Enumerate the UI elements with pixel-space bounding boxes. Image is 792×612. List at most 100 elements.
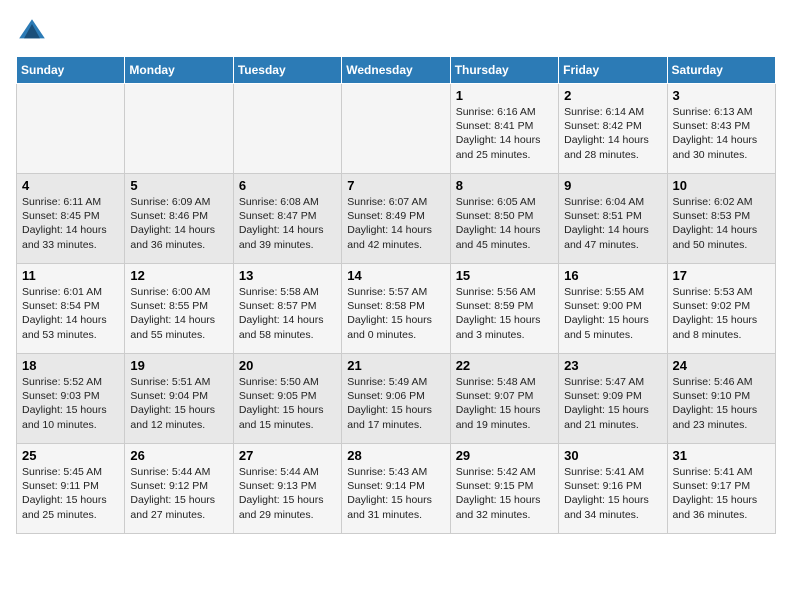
page-header xyxy=(16,16,776,48)
weekday-header-monday: Monday xyxy=(125,57,233,84)
calendar-cell: 29 Sunrise: 5:42 AM Sunset: 9:15 PM Dayli… xyxy=(450,444,558,534)
calendar-cell: 17 Sunrise: 5:53 AM Sunset: 9:02 PM Dayli… xyxy=(667,264,775,354)
day-detail: Sunrise: 5:41 AM Sunset: 9:16 PM Dayligh… xyxy=(564,465,661,522)
day-detail: Sunrise: 5:43 AM Sunset: 9:14 PM Dayligh… xyxy=(347,465,444,522)
day-detail: Sunrise: 5:51 AM Sunset: 9:04 PM Dayligh… xyxy=(130,375,227,432)
day-detail: Sunrise: 5:47 AM Sunset: 9:09 PM Dayligh… xyxy=(564,375,661,432)
week-row-5: 25 Sunrise: 5:45 AM Sunset: 9:11 PM Dayli… xyxy=(17,444,776,534)
weekday-header-tuesday: Tuesday xyxy=(233,57,341,84)
day-number: 31 xyxy=(673,448,770,463)
calendar-cell: 10 Sunrise: 6:02 AM Sunset: 8:53 PM Dayli… xyxy=(667,174,775,264)
calendar-cell: 20 Sunrise: 5:50 AM Sunset: 9:05 PM Dayli… xyxy=(233,354,341,444)
day-number: 6 xyxy=(239,178,336,193)
day-number: 29 xyxy=(456,448,553,463)
day-detail: Sunrise: 5:45 AM Sunset: 9:11 PM Dayligh… xyxy=(22,465,119,522)
calendar-cell: 19 Sunrise: 5:51 AM Sunset: 9:04 PM Dayli… xyxy=(125,354,233,444)
day-number: 18 xyxy=(22,358,119,373)
day-detail: Sunrise: 5:52 AM Sunset: 9:03 PM Dayligh… xyxy=(22,375,119,432)
calendar-cell: 31 Sunrise: 5:41 AM Sunset: 9:17 PM Dayli… xyxy=(667,444,775,534)
day-number: 20 xyxy=(239,358,336,373)
calendar-cell: 30 Sunrise: 5:41 AM Sunset: 9:16 PM Dayli… xyxy=(559,444,667,534)
day-number: 9 xyxy=(564,178,661,193)
day-number: 27 xyxy=(239,448,336,463)
day-detail: Sunrise: 5:46 AM Sunset: 9:10 PM Dayligh… xyxy=(673,375,770,432)
calendar-cell: 25 Sunrise: 5:45 AM Sunset: 9:11 PM Dayli… xyxy=(17,444,125,534)
day-number: 24 xyxy=(673,358,770,373)
day-number: 21 xyxy=(347,358,444,373)
day-detail: Sunrise: 5:48 AM Sunset: 9:07 PM Dayligh… xyxy=(456,375,553,432)
day-detail: Sunrise: 5:57 AM Sunset: 8:58 PM Dayligh… xyxy=(347,285,444,342)
day-detail: Sunrise: 5:49 AM Sunset: 9:06 PM Dayligh… xyxy=(347,375,444,432)
day-number: 7 xyxy=(347,178,444,193)
day-number: 26 xyxy=(130,448,227,463)
day-detail: Sunrise: 5:50 AM Sunset: 9:05 PM Dayligh… xyxy=(239,375,336,432)
calendar-cell xyxy=(17,84,125,174)
calendar-cell: 28Sunrise: 5:43 AM Sunset: 9:14 PM Dayli… xyxy=(342,444,450,534)
day-number: 19 xyxy=(130,358,227,373)
weekday-header-saturday: Saturday xyxy=(667,57,775,84)
day-detail: Sunrise: 6:05 AM Sunset: 8:50 PM Dayligh… xyxy=(456,195,553,252)
day-number: 1 xyxy=(456,88,553,103)
day-number: 2 xyxy=(564,88,661,103)
calendar-cell: 5 Sunrise: 6:09 AM Sunset: 8:46 PM Daylig… xyxy=(125,174,233,264)
week-row-4: 18 Sunrise: 5:52 AM Sunset: 9:03 PM Dayli… xyxy=(17,354,776,444)
day-detail: Sunrise: 5:41 AM Sunset: 9:17 PM Dayligh… xyxy=(673,465,770,522)
day-number: 16 xyxy=(564,268,661,283)
day-number: 14 xyxy=(347,268,444,283)
calendar-cell xyxy=(233,84,341,174)
day-number: 23 xyxy=(564,358,661,373)
day-detail: Sunrise: 6:16 AM Sunset: 8:41 PM Dayligh… xyxy=(456,105,553,162)
calendar-cell: 13 Sunrise: 5:58 AM Sunset: 8:57 PM Dayli… xyxy=(233,264,341,354)
logo xyxy=(16,16,52,48)
weekday-header-thursday: Thursday xyxy=(450,57,558,84)
calendar-cell: 23 Sunrise: 5:47 AM Sunset: 9:09 PM Dayli… xyxy=(559,354,667,444)
day-number: 11 xyxy=(22,268,119,283)
calendar-cell xyxy=(342,84,450,174)
day-number: 3 xyxy=(673,88,770,103)
calendar-cell: 15Sunrise: 5:56 AM Sunset: 8:59 PM Dayli… xyxy=(450,264,558,354)
weekday-header-wednesday: Wednesday xyxy=(342,57,450,84)
calendar-cell: 21 Sunrise: 5:49 AM Sunset: 9:06 PM Dayli… xyxy=(342,354,450,444)
calendar-cell: 14 Sunrise: 5:57 AM Sunset: 8:58 PM Dayli… xyxy=(342,264,450,354)
weekday-header-sunday: Sunday xyxy=(17,57,125,84)
week-row-3: 11Sunrise: 6:01 AM Sunset: 8:54 PM Dayli… xyxy=(17,264,776,354)
day-number: 10 xyxy=(673,178,770,193)
day-number: 13 xyxy=(239,268,336,283)
day-detail: Sunrise: 6:14 AM Sunset: 8:42 PM Dayligh… xyxy=(564,105,661,162)
day-number: 30 xyxy=(564,448,661,463)
calendar-cell: 18 Sunrise: 5:52 AM Sunset: 9:03 PM Dayli… xyxy=(17,354,125,444)
day-detail: Sunrise: 5:53 AM Sunset: 9:02 PM Dayligh… xyxy=(673,285,770,342)
day-number: 8 xyxy=(456,178,553,193)
calendar-cell: 3 Sunrise: 6:13 AM Sunset: 8:43 PM Daylig… xyxy=(667,84,775,174)
day-number: 5 xyxy=(130,178,227,193)
week-row-2: 4Sunrise: 6:11 AM Sunset: 8:45 PM Daylig… xyxy=(17,174,776,264)
day-detail: Sunrise: 6:13 AM Sunset: 8:43 PM Dayligh… xyxy=(673,105,770,162)
day-detail: Sunrise: 5:58 AM Sunset: 8:57 PM Dayligh… xyxy=(239,285,336,342)
weekday-header-row: SundayMondayTuesdayWednesdayThursdayFrid… xyxy=(17,57,776,84)
day-detail: Sunrise: 5:44 AM Sunset: 9:13 PM Dayligh… xyxy=(239,465,336,522)
day-detail: Sunrise: 5:44 AM Sunset: 9:12 PM Dayligh… xyxy=(130,465,227,522)
day-detail: Sunrise: 6:02 AM Sunset: 8:53 PM Dayligh… xyxy=(673,195,770,252)
calendar-cell: 12Sunrise: 6:00 AM Sunset: 8:55 PM Dayli… xyxy=(125,264,233,354)
calendar-cell: 22 Sunrise: 5:48 AM Sunset: 9:07 PM Dayli… xyxy=(450,354,558,444)
calendar-cell: 7 Sunrise: 6:07 AM Sunset: 8:49 PM Daylig… xyxy=(342,174,450,264)
day-detail: Sunrise: 6:07 AM Sunset: 8:49 PM Dayligh… xyxy=(347,195,444,252)
day-detail: Sunrise: 6:11 AM Sunset: 8:45 PM Dayligh… xyxy=(22,195,119,252)
day-number: 22 xyxy=(456,358,553,373)
calendar-cell: 9Sunrise: 6:04 AM Sunset: 8:51 PM Daylig… xyxy=(559,174,667,264)
day-detail: Sunrise: 6:08 AM Sunset: 8:47 PM Dayligh… xyxy=(239,195,336,252)
day-detail: Sunrise: 6:09 AM Sunset: 8:46 PM Dayligh… xyxy=(130,195,227,252)
calendar-cell: 8 Sunrise: 6:05 AM Sunset: 8:50 PM Daylig… xyxy=(450,174,558,264)
day-number: 15 xyxy=(456,268,553,283)
calendar-cell: 11Sunrise: 6:01 AM Sunset: 8:54 PM Dayli… xyxy=(17,264,125,354)
day-detail: Sunrise: 5:42 AM Sunset: 9:15 PM Dayligh… xyxy=(456,465,553,522)
weekday-header-friday: Friday xyxy=(559,57,667,84)
calendar-cell: 24 Sunrise: 5:46 AM Sunset: 9:10 PM Dayli… xyxy=(667,354,775,444)
logo-icon xyxy=(16,16,48,48)
day-number: 12 xyxy=(130,268,227,283)
day-detail: Sunrise: 5:55 AM Sunset: 9:00 PM Dayligh… xyxy=(564,285,661,342)
day-number: 17 xyxy=(673,268,770,283)
calendar-cell: 2 Sunrise: 6:14 AM Sunset: 8:42 PM Daylig… xyxy=(559,84,667,174)
day-number: 25 xyxy=(22,448,119,463)
calendar-cell: 1 Sunrise: 6:16 AM Sunset: 8:41 PM Daylig… xyxy=(450,84,558,174)
